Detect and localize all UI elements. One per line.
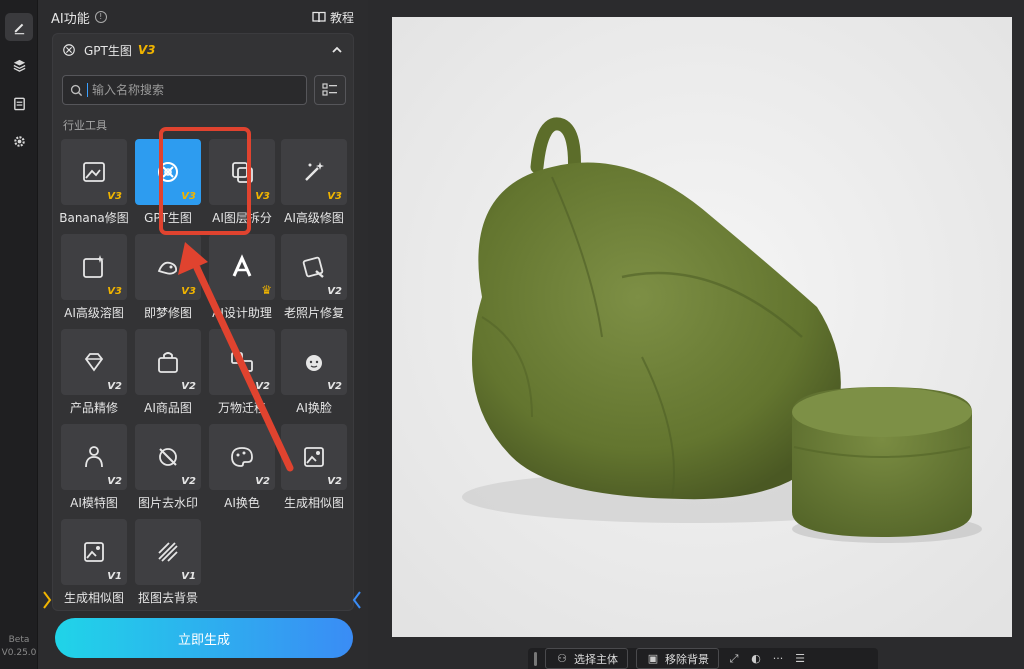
image-icon: ▣: [647, 652, 659, 665]
scroll-right-indicator: [352, 591, 361, 609]
expand-icon[interactable]: ⤢: [727, 652, 741, 666]
select-subject-label: 选择主体: [574, 652, 618, 666]
contrast-icon[interactable]: ◐: [749, 652, 763, 666]
image-canvas[interactable]: [392, 17, 1012, 637]
beanbag-photo: [392, 17, 1012, 637]
workspace: ⚇ 选择主体 ▣ 移除背景 ⤢ ◐ ··· ☰: [368, 0, 1024, 669]
remove-background-label: 移除背景: [665, 652, 709, 666]
select-subject-button[interactable]: ⚇ 选择主体: [545, 648, 628, 669]
remove-background-button[interactable]: ▣ 移除背景: [636, 648, 719, 669]
scroll-left-indicator: [43, 591, 52, 609]
sliders-icon[interactable]: ☰: [793, 652, 807, 666]
person-icon: ⚇: [557, 652, 567, 665]
more-icon[interactable]: ···: [771, 652, 785, 666]
drag-handle[interactable]: [534, 651, 537, 666]
canvas-toolbar: ⚇ 选择主体 ▣ 移除背景 ⤢ ◐ ··· ☰: [528, 648, 878, 669]
